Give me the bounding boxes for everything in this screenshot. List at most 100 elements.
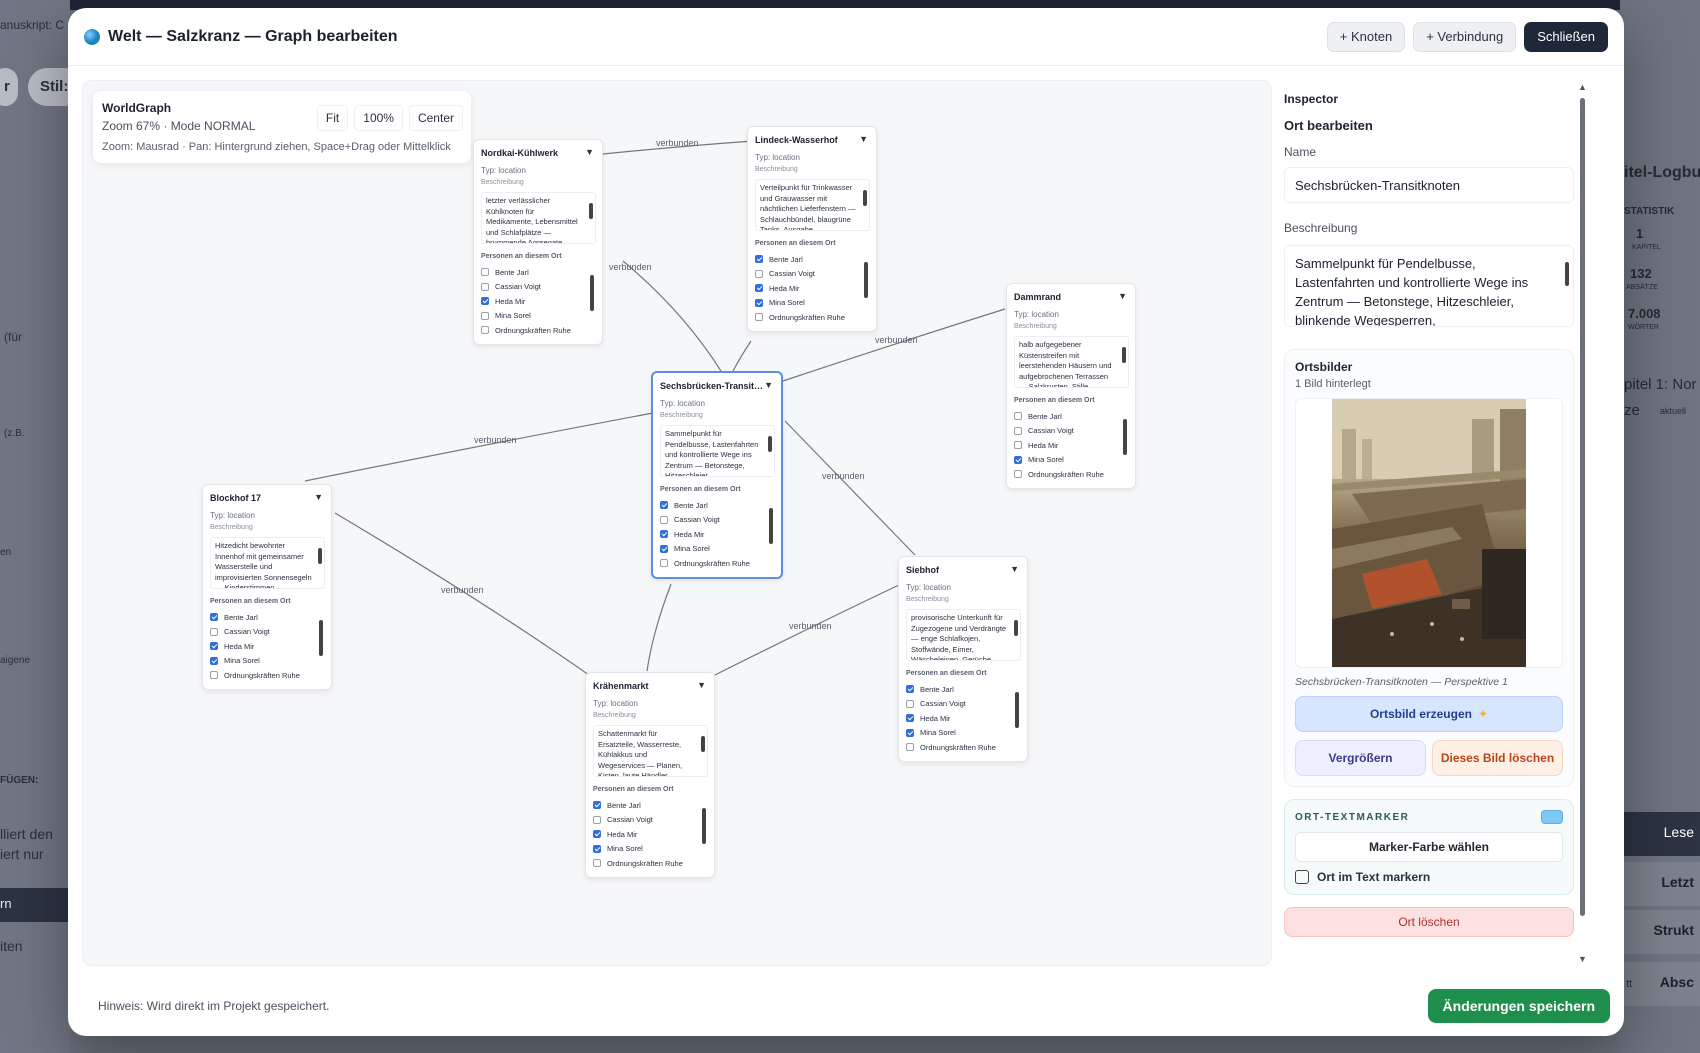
- person-row[interactable]: Mina Sorel: [1014, 453, 1119, 468]
- person-checkbox[interactable]: [660, 515, 668, 524]
- add-edge-button[interactable]: + Verbindung: [1413, 21, 1517, 52]
- generate-image-button[interactable]: Ortsbild erzeugen ✦: [1295, 696, 1563, 732]
- node-desc-scrollbar[interactable]: [1014, 614, 1018, 654]
- graph-node-sechs[interactable]: Sechsbrücken-Transit… ▼ Typ: location Besch…: [651, 371, 783, 579]
- add-node-button[interactable]: + Knoten: [1326, 21, 1406, 52]
- scroll-down-icon[interactable]: ▼: [1578, 954, 1587, 964]
- person-checkbox[interactable]: [593, 830, 601, 839]
- person-checkbox[interactable]: [481, 268, 489, 277]
- node-desc-scrollbar[interactable]: [768, 430, 772, 470]
- person-row[interactable]: Heda Mir: [1014, 438, 1119, 453]
- graph-node-dammrand[interactable]: Dammrand ▼ Typ: location Beschreibung halb a…: [1006, 283, 1136, 489]
- person-row[interactable]: Bente Jarl: [906, 682, 1011, 697]
- person-checkbox[interactable]: [210, 613, 218, 622]
- persons-scrollbar[interactable]: [1015, 684, 1019, 754]
- chevron-down-icon[interactable]: ▼: [585, 147, 594, 157]
- person-checkbox[interactable]: [906, 685, 914, 694]
- scrollbar-thumb[interactable]: [1580, 98, 1585, 916]
- node-description[interactable]: Hitzedicht bewohnter Innenhof mit gemein…: [210, 537, 325, 589]
- center-button[interactable]: Center: [408, 105, 463, 131]
- person-checkbox[interactable]: [755, 255, 763, 264]
- person-checkbox[interactable]: [481, 282, 489, 291]
- persons-scrollbar[interactable]: [864, 254, 868, 324]
- person-row[interactable]: Cassian Voigt: [593, 813, 698, 828]
- person-row[interactable]: Heda Mir: [481, 294, 586, 309]
- person-row[interactable]: Mina Sorel: [481, 309, 586, 324]
- person-row[interactable]: Cassian Voigt: [755, 267, 860, 282]
- scroll-up-icon[interactable]: ▲: [1578, 82, 1587, 92]
- person-row[interactable]: Bente Jarl: [593, 798, 698, 813]
- person-row[interactable]: Cassian Voigt: [906, 697, 1011, 712]
- person-row[interactable]: Ordnungskräften Ruhe: [660, 556, 765, 571]
- person-row[interactable]: Bente Jarl: [1014, 409, 1119, 424]
- choose-marker-color-button[interactable]: Marker-Farbe wählen: [1295, 832, 1563, 862]
- node-description[interactable]: letzter verlässlicher Kühlknoten für Med…: [481, 192, 596, 244]
- person-row[interactable]: Ordnungskräften Ruhe: [906, 740, 1011, 755]
- person-checkbox[interactable]: [660, 530, 668, 539]
- graph-node-lindeck[interactable]: Lindeck-Wasserhof ▼ Typ: location Beschreib…: [747, 126, 877, 332]
- person-row[interactable]: Bente Jarl: [481, 265, 586, 280]
- node-desc-scrollbar[interactable]: [701, 730, 705, 770]
- node-description[interactable]: Verteilpunkt für Trinkwasser und Grauwas…: [755, 179, 870, 231]
- person-checkbox[interactable]: [1014, 426, 1022, 435]
- person-checkbox[interactable]: [1014, 470, 1022, 479]
- save-changes-button[interactable]: Änderungen speichern: [1427, 989, 1610, 1023]
- persons-scrollbar[interactable]: [1123, 411, 1127, 481]
- person-checkbox[interactable]: [906, 728, 914, 737]
- close-button[interactable]: Schließen: [1524, 21, 1608, 52]
- persons-scrollbar[interactable]: [590, 267, 594, 337]
- delete-place-button[interactable]: Ort löschen: [1284, 907, 1574, 937]
- person-row[interactable]: Heda Mir: [210, 639, 315, 654]
- person-row[interactable]: Ordnungskräften Ruhe: [210, 668, 315, 683]
- mark-in-text-checkbox[interactable]: Ort im Text markern: [1295, 870, 1563, 884]
- node-desc-scrollbar[interactable]: [863, 184, 867, 224]
- person-row[interactable]: Cassian Voigt: [481, 280, 586, 295]
- person-checkbox[interactable]: [1014, 412, 1022, 421]
- person-row[interactable]: Bente Jarl: [210, 610, 315, 625]
- person-checkbox[interactable]: [481, 311, 489, 320]
- chevron-down-icon[interactable]: ▼: [764, 380, 773, 390]
- person-checkbox[interactable]: [1014, 441, 1022, 450]
- place-image[interactable]: [1332, 399, 1526, 667]
- chevron-down-icon[interactable]: ▼: [314, 492, 323, 502]
- person-row[interactable]: Heda Mir: [755, 281, 860, 296]
- person-row[interactable]: Ordnungskräften Ruhe: [1014, 467, 1119, 482]
- person-row[interactable]: Mina Sorel: [210, 654, 315, 669]
- node-description[interactable]: provisorische Unterkunft für Zugezogene …: [906, 609, 1021, 661]
- person-row[interactable]: Heda Mir: [906, 711, 1011, 726]
- person-row[interactable]: Bente Jarl: [660, 498, 765, 513]
- graph-node-nordkai[interactable]: Nordkai-Kühlwerk ▼ Typ: location Beschreibu…: [473, 139, 603, 345]
- persons-scrollbar[interactable]: [702, 800, 706, 870]
- chevron-down-icon[interactable]: ▼: [859, 134, 868, 144]
- person-row[interactable]: Heda Mir: [660, 527, 765, 542]
- enlarge-button[interactable]: Vergrößern: [1295, 740, 1426, 776]
- node-desc-scrollbar[interactable]: [589, 197, 593, 237]
- person-row[interactable]: Ordnungskräften Ruhe: [593, 856, 698, 871]
- person-checkbox[interactable]: [906, 699, 914, 708]
- checkbox-box[interactable]: [1295, 870, 1309, 884]
- textarea-scrollbar[interactable]: [1565, 252, 1569, 310]
- person-checkbox[interactable]: [210, 642, 218, 651]
- person-row[interactable]: Cassian Voigt: [1014, 424, 1119, 439]
- description-textarea[interactable]: Sammelpunkt für Pendelbusse, Lastenfahrt…: [1284, 245, 1574, 327]
- inspector-scrollbar[interactable]: ▲ ▼: [1578, 80, 1588, 966]
- node-description[interactable]: Schattenmarkt für Ersatzteile, Wasserres…: [593, 725, 708, 777]
- person-row[interactable]: Mina Sorel: [906, 726, 1011, 741]
- person-checkbox[interactable]: [660, 544, 668, 553]
- person-checkbox[interactable]: [906, 714, 914, 723]
- person-row[interactable]: Cassian Voigt: [210, 625, 315, 640]
- person-row[interactable]: Cassian Voigt: [660, 513, 765, 528]
- person-checkbox[interactable]: [210, 627, 218, 636]
- node-desc-scrollbar[interactable]: [318, 542, 322, 582]
- marker-color-swatch[interactable]: [1541, 810, 1563, 824]
- person-checkbox[interactable]: [593, 844, 601, 853]
- person-row[interactable]: Ordnungskräften Ruhe: [755, 310, 860, 325]
- chevron-down-icon[interactable]: ▼: [1010, 564, 1019, 574]
- person-checkbox[interactable]: [755, 298, 763, 307]
- person-row[interactable]: Mina Sorel: [660, 542, 765, 557]
- person-checkbox[interactable]: [593, 859, 601, 868]
- person-row[interactable]: Ordnungskräften Ruhe: [481, 323, 586, 338]
- graph-node-kraehen[interactable]: Krähenmarkt ▼ Typ: location Beschreibung Sch…: [585, 672, 715, 878]
- person-checkbox[interactable]: [906, 743, 914, 752]
- fit-button[interactable]: Fit: [316, 105, 349, 131]
